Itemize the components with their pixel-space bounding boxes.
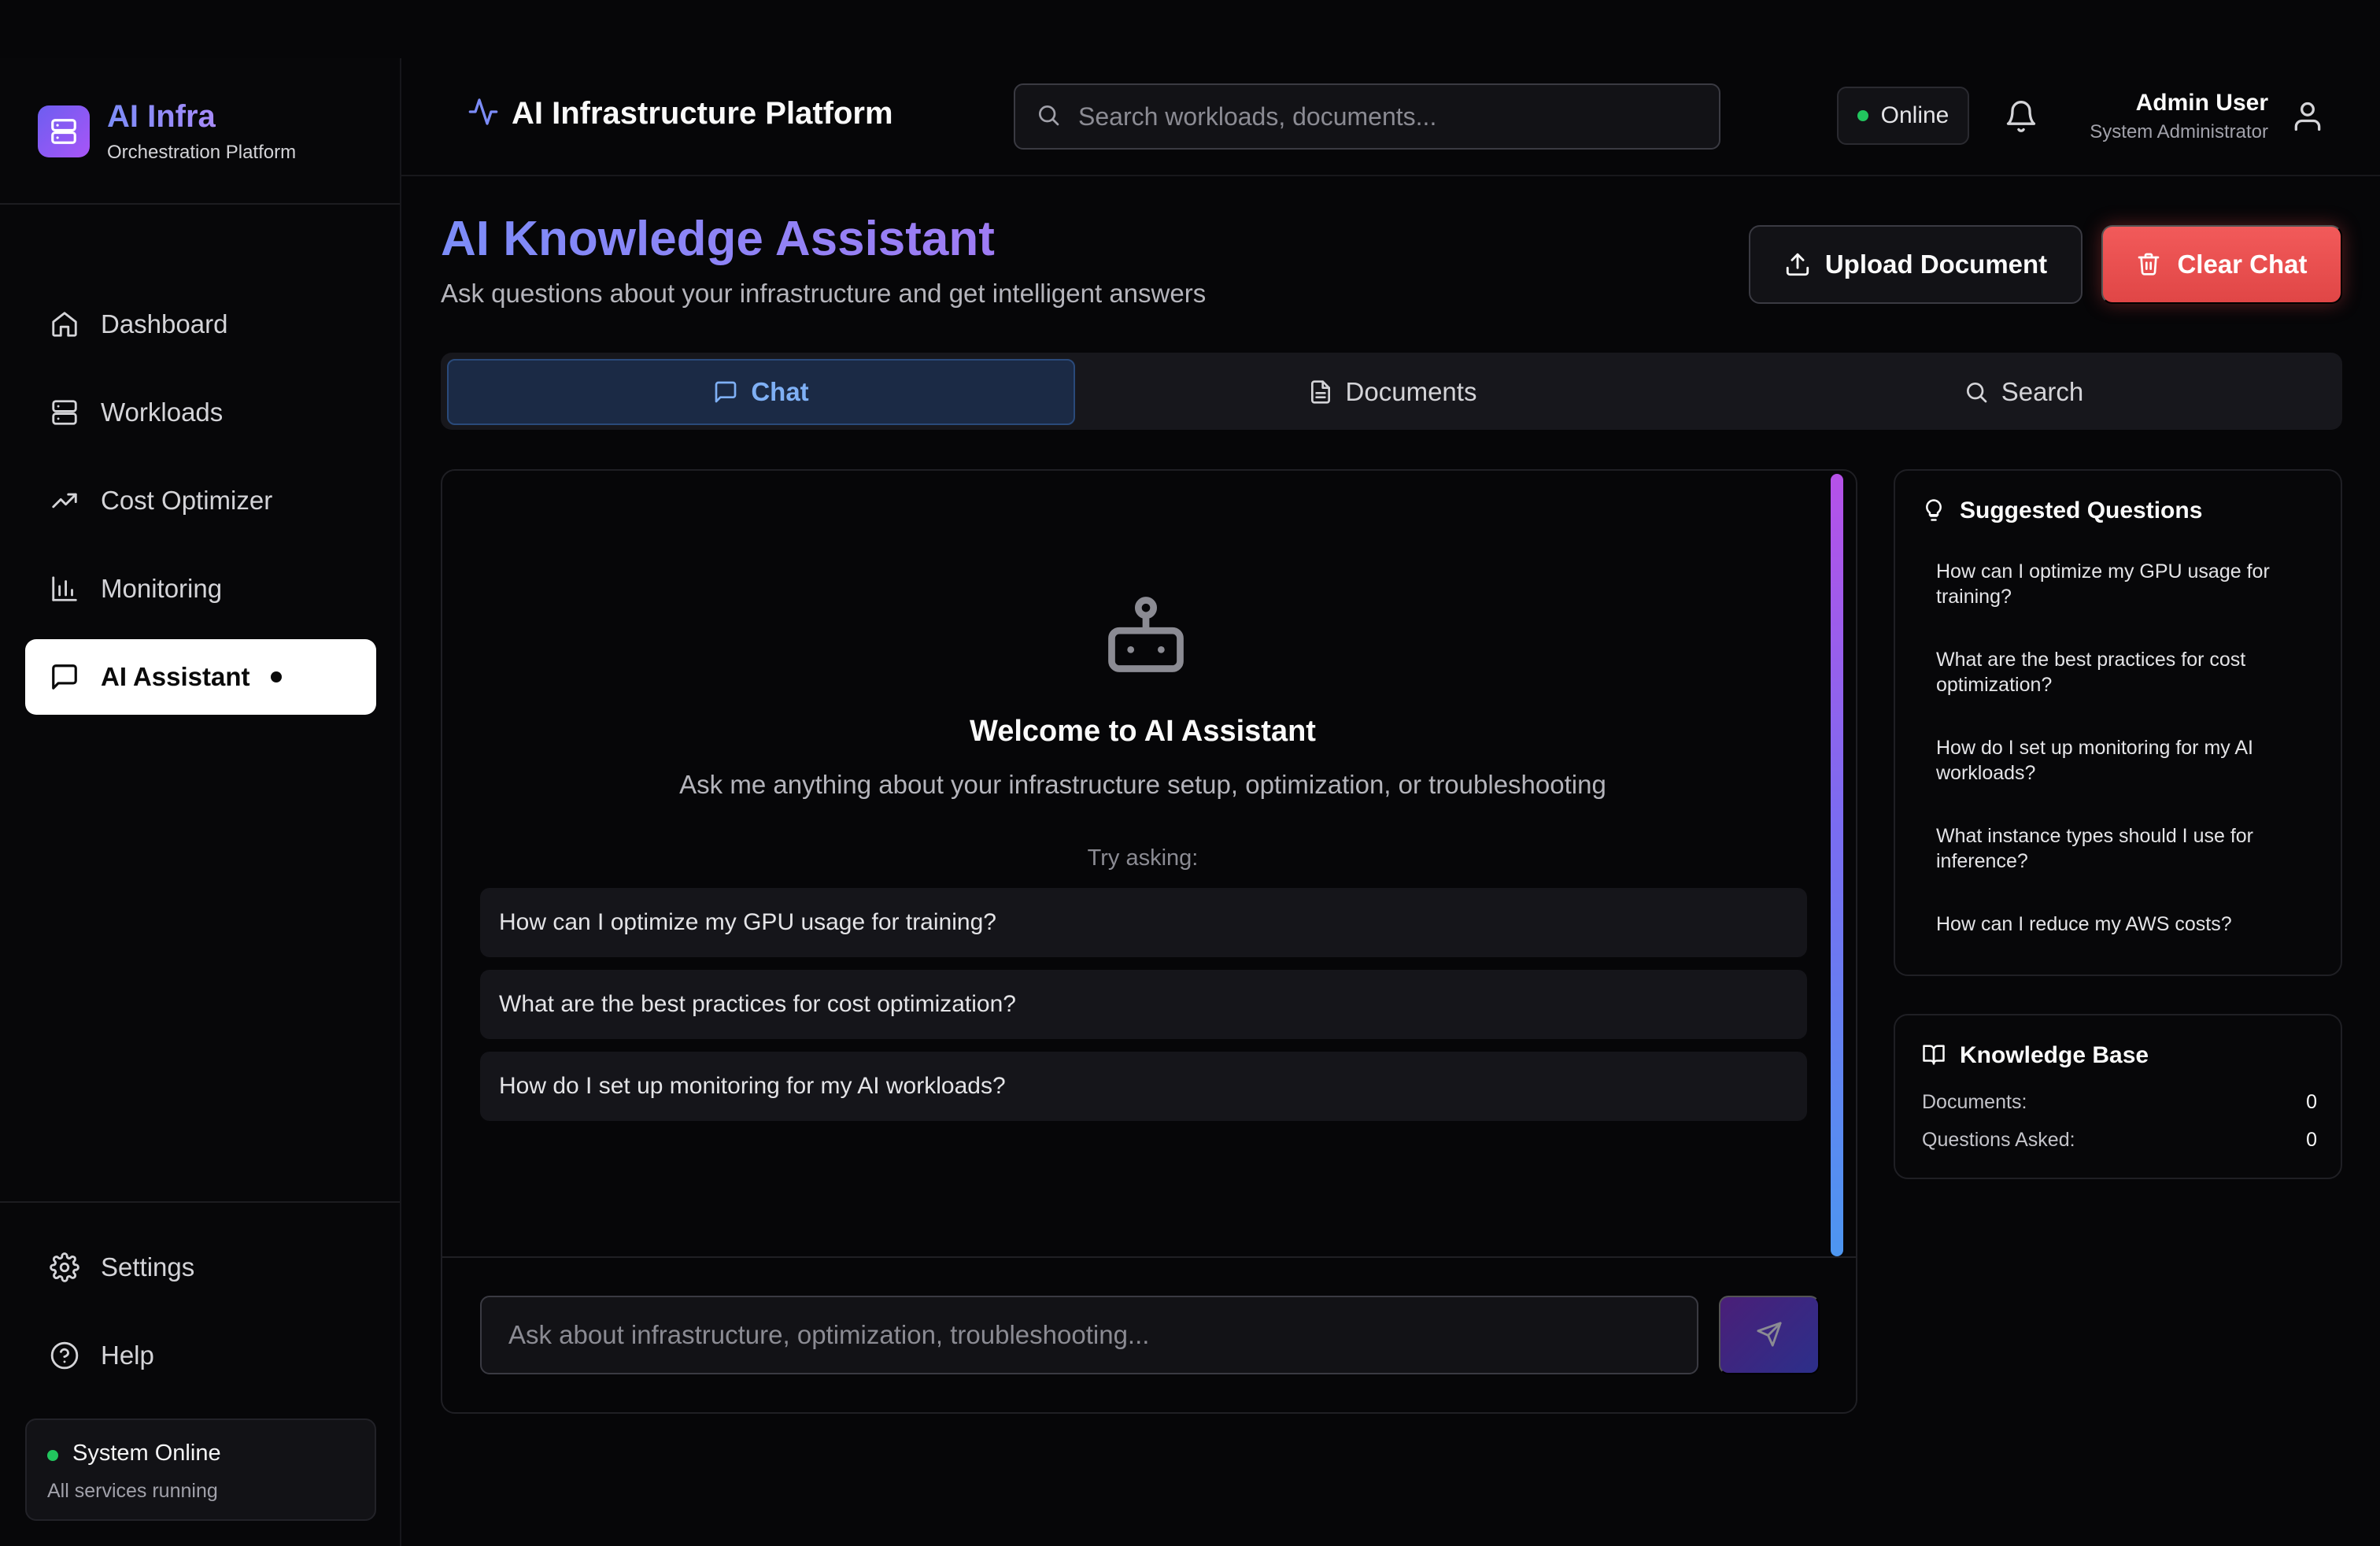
status-dot xyxy=(47,1450,58,1461)
tab-search[interactable]: Search xyxy=(1709,359,2338,425)
send-button[interactable] xyxy=(1719,1296,1820,1374)
server-icon xyxy=(49,397,80,428)
search-icon xyxy=(1964,379,1989,405)
suggested-question-item[interactable]: What are the best practices for cost opt… xyxy=(1936,647,2314,697)
gear-icon xyxy=(49,1252,80,1283)
knowledge-base-card: Knowledge Base Documents: 0 Questions As… xyxy=(1894,1014,2342,1179)
welcome-subtitle: Ask me anything about your infrastructur… xyxy=(679,770,1606,799)
lightbulb-icon xyxy=(1922,498,1947,523)
brand: AI Infra Orchestration Platform xyxy=(0,58,400,205)
system-status-card: System Online All services running xyxy=(25,1418,376,1521)
sidebar-item-label: Workloads xyxy=(101,398,224,427)
sidebar-item-label: Settings xyxy=(101,1252,195,1282)
trash-icon xyxy=(2136,251,2163,278)
sidebar-item-label: Dashboard xyxy=(101,309,228,338)
welcome-title: Welcome to AI Assistant xyxy=(970,715,1316,748)
bot-icon xyxy=(1100,589,1192,680)
message-square-icon xyxy=(713,379,738,405)
header-title: AI Infrastructure Platform xyxy=(512,96,893,131)
kb-documents-value: 0 xyxy=(2306,1091,2317,1113)
sidebar-item-label: AI Assistant xyxy=(101,662,250,691)
help-circle-icon xyxy=(49,1340,80,1371)
sidebar-item-label: Help xyxy=(101,1341,154,1370)
user-name: Admin User xyxy=(2135,90,2268,116)
sidebar-item-dashboard[interactable]: Dashboard xyxy=(25,287,376,362)
sidebar-bottom: Settings Help System Online All services… xyxy=(0,1201,400,1546)
upload-document-label: Upload Document xyxy=(1824,250,2048,279)
tab-bar: Chat Documents Search xyxy=(441,353,2342,430)
kb-questions-value: 0 xyxy=(2306,1129,2317,1151)
tab-label: Chat xyxy=(751,377,809,406)
suggested-question-item[interactable]: How can I reduce my AWS costs? xyxy=(1936,912,2314,937)
status-badge: Online xyxy=(1837,87,1969,145)
suggested-questions-card: Suggested Questions How can I optimize m… xyxy=(1894,469,2342,976)
send-icon xyxy=(1756,1321,1783,1350)
search-icon xyxy=(1036,102,1061,131)
brand-subtitle: Orchestration Platform xyxy=(107,142,297,163)
clear-chat-button[interactable]: Clear Chat xyxy=(2101,225,2342,304)
tab-label: Search xyxy=(2001,377,2084,406)
brand-title: AI Infra xyxy=(107,99,216,134)
suggestion-chip[interactable]: How can I optimize my GPU usage for trai… xyxy=(480,888,1807,957)
kb-documents-label: Documents: xyxy=(1922,1091,2027,1113)
tab-documents[interactable]: Documents xyxy=(1078,359,1706,425)
chat-panel: Welcome to AI Assistant Ask me anything … xyxy=(441,469,1857,1414)
sidebar-item-ai-assistant[interactable]: AI Assistant xyxy=(25,639,376,715)
tab-label: Documents xyxy=(1345,377,1477,406)
activity-icon xyxy=(468,96,499,131)
card-title: Knowledge Base xyxy=(1960,1042,2149,1068)
message-square-icon xyxy=(49,661,80,693)
sidebar-item-monitoring[interactable]: Monitoring xyxy=(25,551,376,627)
top-header: AI Infrastructure Platform Online Admin … xyxy=(401,58,2380,176)
upload-document-button[interactable]: Upload Document xyxy=(1749,225,2082,304)
sidebar-item-cost-optimizer[interactable]: Cost Optimizer xyxy=(25,463,376,538)
knowledge-base-header: Knowledge Base xyxy=(1922,1042,2149,1069)
system-status-title: System Online xyxy=(72,1441,221,1466)
system-status-subtitle: All services running xyxy=(47,1480,218,1502)
book-open-icon xyxy=(1922,1043,1947,1068)
active-indicator-dot xyxy=(270,671,282,682)
sidebar-item-help[interactable]: Help xyxy=(25,1318,376,1393)
user-role: System Administrator xyxy=(2090,121,2268,142)
page-subtitle: Ask questions about your infrastructure … xyxy=(441,279,1207,308)
global-search[interactable] xyxy=(1014,83,1720,150)
server-logo-icon xyxy=(38,105,90,157)
header-title-group: AI Infrastructure Platform xyxy=(468,96,893,131)
suggestion-chip[interactable]: How do I set up monitoring for my AI wor… xyxy=(480,1052,1807,1121)
suggested-question-item[interactable]: What instance types should I use for inf… xyxy=(1936,823,2314,874)
suggested-question-item[interactable]: How do I set up monitoring for my AI wor… xyxy=(1936,735,2314,786)
bell-icon[interactable] xyxy=(2004,99,2038,134)
sidebar-item-label: Monitoring xyxy=(101,574,223,603)
sidebar-item-settings[interactable]: Settings xyxy=(25,1230,376,1305)
tab-chat[interactable]: Chat xyxy=(447,359,1075,425)
home-icon xyxy=(49,309,80,340)
user-icon[interactable] xyxy=(2290,99,2325,134)
sidebar-item-label: Cost Optimizer xyxy=(101,486,273,515)
kb-questions-label: Questions Asked: xyxy=(1922,1129,2075,1151)
suggestion-chip[interactable]: What are the best practices for cost opt… xyxy=(480,970,1807,1039)
suggested-questions-header: Suggested Questions xyxy=(1922,497,2202,524)
file-text-icon xyxy=(1308,379,1333,405)
status-badge-label: Online xyxy=(1880,102,1949,128)
upload-icon xyxy=(1784,251,1811,278)
kb-questions-row: Questions Asked: 0 xyxy=(1922,1129,2317,1152)
divider xyxy=(442,1256,1856,1258)
chat-input[interactable] xyxy=(508,1320,1673,1350)
main-nav: Dashboard Workloads Cost Optimizer Monit… xyxy=(25,287,376,727)
trending-up-icon xyxy=(49,485,80,516)
page-title: AI Knowledge Assistant xyxy=(441,212,995,266)
chat-input-box[interactable] xyxy=(480,1296,1698,1374)
try-asking-label: Try asking: xyxy=(1087,845,1199,871)
bar-chart-icon xyxy=(49,573,80,605)
kb-documents-row: Documents: 0 xyxy=(1922,1091,2317,1114)
sidebar: AI Infra Orchestration Platform Dashboar… xyxy=(0,58,401,1546)
sidebar-item-workloads[interactable]: Workloads xyxy=(25,375,376,450)
search-input[interactable] xyxy=(1078,102,1692,131)
status-dot xyxy=(1857,110,1868,121)
clear-chat-label: Clear Chat xyxy=(2177,250,2308,279)
suggested-question-item[interactable]: How can I optimize my GPU usage for trai… xyxy=(1936,559,2314,609)
card-title: Suggested Questions xyxy=(1960,497,2203,523)
